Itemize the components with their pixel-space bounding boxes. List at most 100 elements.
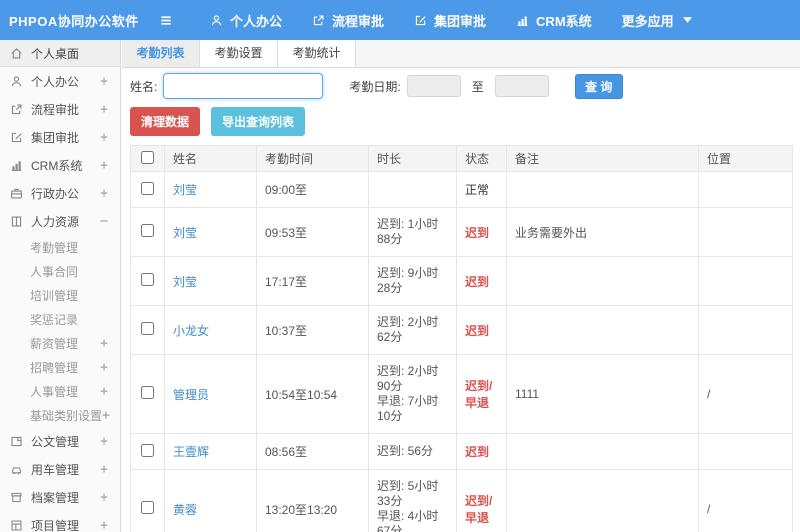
export-list-button[interactable]: 导出查询列表 xyxy=(211,107,306,136)
sidebar-item-13[interactable]: 人事管理 + xyxy=(0,379,120,403)
table-row: 刘莹 09:53至 迟到: 1小时88分 迟到 业务需要外出 xyxy=(130,207,793,257)
sidebar-item-label: 考勤管理 xyxy=(30,240,79,255)
tab-1[interactable]: 考勤设置 xyxy=(200,40,278,67)
sidebar-item-4[interactable]: CRM系统 + xyxy=(0,151,120,179)
chart-icon xyxy=(10,159,24,172)
nav-item-more-apps[interactable]: 更多应用 xyxy=(622,11,692,30)
employee-name-link[interactable]: 刘莹 xyxy=(173,183,197,197)
sidebar-item-12[interactable]: 招聘管理 + xyxy=(0,355,120,379)
row-checkbox[interactable] xyxy=(141,501,154,514)
row-checkbox[interactable] xyxy=(141,322,154,335)
tab-0[interactable]: 考勤列表 xyxy=(122,40,200,67)
expand-toggle-icon[interactable]: + xyxy=(102,408,110,423)
sidebar-item-14[interactable]: 基础类别设置 + xyxy=(0,403,120,427)
sidebar-item-15[interactable]: 公文管理 + xyxy=(0,427,120,455)
expand-toggle-icon[interactable]: + xyxy=(100,518,108,532)
column-header: 位置 xyxy=(698,145,793,172)
nav-item-personal-office[interactable]: 个人办公 xyxy=(210,11,282,30)
employee-name-link[interactable]: 小龙女 xyxy=(173,324,209,338)
sidebar-item-label: 人力资源 xyxy=(31,214,80,229)
sidebar-item-1[interactable]: 个人办公 + xyxy=(0,67,120,95)
location-cell xyxy=(698,207,793,257)
select-all-checkbox[interactable] xyxy=(141,150,154,164)
employee-name-link[interactable]: 刘莹 xyxy=(173,226,197,240)
clear-data-button[interactable]: 清理数据 xyxy=(130,107,201,136)
attendance-time-cell: 08:56至 xyxy=(256,433,369,470)
expand-toggle-icon[interactable]: + xyxy=(100,186,108,201)
expand-toggle-icon[interactable]: + xyxy=(100,158,108,173)
sidebar-item-18[interactable]: 项目管理 + xyxy=(0,511,120,532)
column-header: 时长 xyxy=(368,145,457,172)
nav-item-crm-system[interactable]: CRM系统 xyxy=(516,11,592,30)
status-cell: 迟到 xyxy=(456,305,507,355)
expand-toggle-icon[interactable]: + xyxy=(100,102,108,117)
row-checkbox[interactable] xyxy=(141,386,154,399)
expand-toggle-icon[interactable]: + xyxy=(100,74,108,89)
name-input[interactable] xyxy=(163,73,324,99)
expand-toggle-icon[interactable]: + xyxy=(100,360,108,375)
sidebar-item-label: 基础类别设置 xyxy=(30,408,103,423)
sidebar-item-7[interactable]: 考勤管理 xyxy=(0,235,120,259)
expand-toggle-icon[interactable]: + xyxy=(100,462,108,477)
column-header: 备注 xyxy=(506,145,699,172)
attendance-time-cell: 17:17至 xyxy=(256,256,369,306)
name-cell: 小龙女 xyxy=(164,305,257,355)
table-body: 刘莹 09:00至 正常 刘莹 09:53至 迟到: 1小时88分 迟到 业务需要外出 刘莹 17… xyxy=(130,171,793,532)
sidebar-item-5[interactable]: 行政办公 + xyxy=(0,179,120,207)
row-select-cell xyxy=(130,469,165,532)
sidebar-item-16[interactable]: 用车管理 + xyxy=(0,455,120,483)
expand-toggle-icon[interactable]: − xyxy=(100,214,108,229)
sidebar-item-11[interactable]: 薪资管理 + xyxy=(0,331,120,355)
flow-icon xyxy=(10,103,24,116)
date-to-label: 至 xyxy=(471,79,484,94)
nav-item-workflow-approval[interactable]: 流程审批 xyxy=(312,11,384,30)
duration-line: 迟到: 1小时88分 xyxy=(377,217,439,246)
employee-name-link[interactable]: 管理员 xyxy=(173,388,209,402)
attendance-table: 姓名 考勤时间 时长 状态 备注 位置 刘莹 09:00至 正常 刘莹 09:53至 迟到: 1小时… xyxy=(130,145,793,532)
row-checkbox[interactable] xyxy=(141,273,154,286)
status-text: 迟到 xyxy=(465,225,490,240)
sidebar-item-label: CRM系统 xyxy=(31,158,83,173)
sidebar-item-6[interactable]: 人力资源 − xyxy=(0,207,120,235)
sidebar-item-17[interactable]: 档案管理 + xyxy=(0,483,120,511)
nav-item-group-approval[interactable]: 集团审批 xyxy=(414,11,486,30)
sidebar-item-label: 档案管理 xyxy=(31,490,80,505)
flow-icon xyxy=(312,14,325,27)
expand-toggle-icon[interactable]: + xyxy=(100,384,108,399)
nav-item-label: CRM系统 xyxy=(536,13,592,29)
date-from-input[interactable] xyxy=(406,75,461,97)
expand-toggle-icon[interactable]: + xyxy=(100,336,108,351)
employee-name-link[interactable]: 王壹辉 xyxy=(173,445,209,459)
sidebar-item-label: 培训管理 xyxy=(30,288,79,303)
row-checkbox[interactable] xyxy=(141,181,154,195)
nav-item-label: 集团审批 xyxy=(434,13,487,29)
date-to-input[interactable] xyxy=(494,75,549,97)
expand-toggle-icon[interactable]: + xyxy=(100,130,108,145)
sidebar-item-8[interactable]: 人事合同 xyxy=(0,259,120,283)
project-icon xyxy=(10,519,24,532)
sidebar-item-label: 项目管理 xyxy=(31,518,80,532)
sidebar-item-9[interactable]: 培训管理 xyxy=(0,283,120,307)
expand-toggle-icon[interactable]: + xyxy=(100,434,108,449)
edit-icon xyxy=(414,14,427,27)
table-row: 刘莹 17:17至 迟到: 9小时28分 迟到 xyxy=(130,256,793,306)
sidebar-item-2[interactable]: 流程审批 + xyxy=(0,95,120,123)
sidebar-item-label: 流程审批 xyxy=(31,102,80,117)
row-checkbox[interactable] xyxy=(141,224,154,237)
table-row: 黄蓉 13:20至13:20 迟到: 5小时33分 早退: 4小时67分 迟到/早退 / xyxy=(130,469,793,532)
menu-toggle-icon[interactable] xyxy=(158,13,174,28)
status-cell: 迟到 xyxy=(456,256,507,306)
row-checkbox[interactable] xyxy=(141,443,154,457)
table-row: 刘莹 09:00至 正常 xyxy=(130,171,793,208)
query-button[interactable]: 查 询 xyxy=(574,73,623,99)
duration-line: 早退: 4小时67分 xyxy=(377,509,439,532)
employee-name-link[interactable]: 刘莹 xyxy=(173,275,197,289)
tab-2[interactable]: 考勤统计 xyxy=(278,40,356,67)
sidebar-item-3[interactable]: 集团审批 + xyxy=(0,123,120,151)
sidebar-item-10[interactable]: 奖惩记录 xyxy=(0,307,120,331)
employee-name-link[interactable]: 黄蓉 xyxy=(173,503,197,517)
expand-toggle-icon[interactable]: + xyxy=(100,490,108,505)
sidebar-item-0[interactable]: 个人桌面 xyxy=(0,40,120,67)
sidebar-item-label: 奖惩记录 xyxy=(30,312,79,327)
note-cell xyxy=(506,171,699,208)
